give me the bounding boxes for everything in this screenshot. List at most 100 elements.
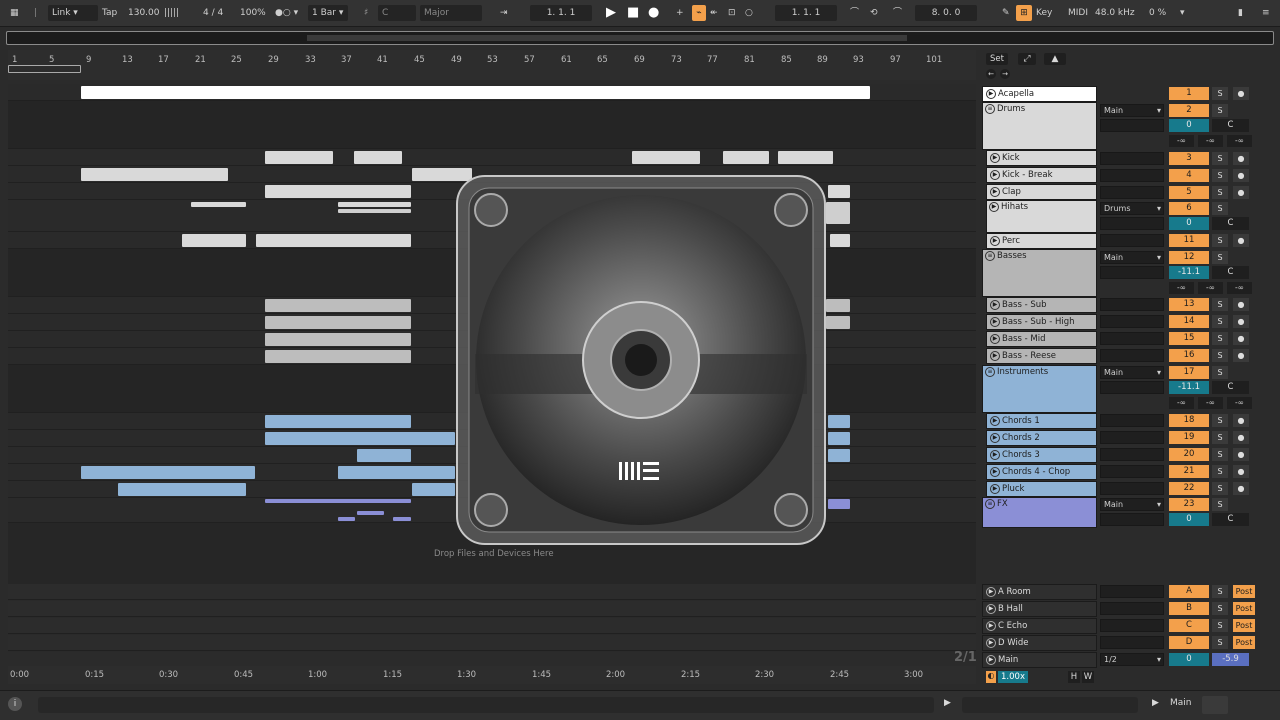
solo-button[interactable]: S (1212, 315, 1228, 328)
quantize-select[interactable]: 1 Bar ▾ (308, 5, 348, 21)
output-channel[interactable] (1100, 298, 1164, 311)
loop-switch-icon[interactable]: ⟲ (870, 5, 878, 21)
time-ruler[interactable]: 0:00 0:15 0:30 0:45 1:00 1:15 1:30 1:45 … (8, 666, 976, 684)
solo-button[interactable]: S (1212, 87, 1228, 100)
track-name[interactable]: ≡ Drums (982, 102, 1097, 118)
play-icon[interactable]: ▶ (990, 484, 1000, 494)
arm-button[interactable]: ● (1233, 87, 1249, 100)
output-select[interactable]: 1/2 ▾ (1100, 653, 1164, 666)
output-channel[interactable] (1100, 619, 1164, 632)
output-select[interactable]: Main ▾ (1100, 498, 1164, 511)
midi-clip[interactable] (828, 499, 850, 509)
midi-clip[interactable] (357, 511, 384, 515)
play-icon[interactable]: ▶ (989, 202, 999, 212)
track-name[interactable]: ≡ FX (982, 497, 1097, 513)
pan-field[interactable]: C (1212, 381, 1249, 394)
audio-clip[interactable] (81, 86, 870, 99)
midi-map-button[interactable]: MIDI (1068, 5, 1088, 21)
play-icon[interactable]: ▶ (990, 416, 1000, 426)
output-channel[interactable] (1100, 315, 1164, 328)
play-icon[interactable]: ▶ (1152, 698, 1159, 708)
output-channel[interactable] (1100, 465, 1164, 478)
midi-clip[interactable] (338, 466, 455, 479)
play-icon[interactable]: ▶ (990, 153, 1000, 163)
track-name[interactable]: ▶ Chords 1 (986, 413, 1097, 429)
output-select[interactable]: Drums ▾ (1100, 202, 1164, 215)
arm-button[interactable]: ● (1233, 152, 1249, 165)
loop-length-field[interactable]: 8. 0. 0 (915, 5, 977, 21)
play-icon[interactable]: ▶ (990, 170, 1000, 180)
play-icon[interactable]: ▶ (986, 89, 996, 99)
solo-button[interactable]: S (1212, 104, 1228, 117)
automation-arm-icon[interactable]: ⌁ (692, 5, 706, 21)
loop-icon[interactable]: ○ (745, 5, 753, 21)
record-button[interactable]: ● (648, 5, 659, 21)
return-letter[interactable]: B (1169, 602, 1209, 615)
midi-clip[interactable] (357, 449, 411, 462)
midi-clip[interactable] (828, 415, 850, 428)
post-button[interactable]: Post (1233, 636, 1255, 649)
midi-clip[interactable] (265, 432, 455, 445)
midi-clip[interactable] (338, 209, 411, 213)
midi-clip[interactable] (393, 517, 411, 521)
output-channel[interactable] (1100, 381, 1164, 394)
track-name[interactable]: ▶ Bass - Sub - High (986, 314, 1097, 330)
arm-button[interactable]: ● (1233, 186, 1249, 199)
forward-arrow-icon[interactable]: → (1000, 69, 1010, 79)
volume-field[interactable]: 0 (1169, 119, 1209, 132)
output-channel[interactable] (1100, 482, 1164, 495)
volume-field[interactable]: 0 (1169, 217, 1209, 230)
scale-icon[interactable]: ♯ (364, 5, 368, 21)
h-button[interactable]: H (1068, 671, 1080, 683)
output-channel[interactable] (1100, 332, 1164, 345)
track-number[interactable]: 5 (1169, 186, 1209, 199)
track-number[interactable]: 1 (1169, 87, 1209, 100)
midi-clip[interactable] (338, 517, 355, 521)
solo-button[interactable]: S (1212, 431, 1228, 444)
metronome-icon[interactable]: ||||| (164, 5, 179, 21)
track-name[interactable]: ▶ Bass - Reese (986, 348, 1097, 364)
track-number[interactable]: 11 (1169, 234, 1209, 247)
solo-button[interactable]: S (1212, 619, 1228, 632)
app-icon[interactable]: ▦ (10, 5, 19, 21)
solo-button[interactable]: S (1212, 169, 1228, 182)
output-channel[interactable] (1100, 234, 1164, 247)
arm-button[interactable]: ● (1233, 298, 1249, 311)
track-name[interactable]: ≡ Instruments (982, 365, 1097, 381)
loop-start-field[interactable]: 1. 1. 1 (775, 5, 837, 21)
arm-button[interactable]: ● (1233, 234, 1249, 247)
capture-icon[interactable]: ⊡ (728, 5, 736, 21)
track-name[interactable]: ▶ Hihats (986, 200, 1097, 216)
link-button[interactable]: Link ▾ (48, 5, 98, 21)
output-select[interactable]: Main ▾ (1100, 251, 1164, 264)
midi-clip[interactable] (265, 151, 333, 164)
volume-field[interactable]: 0 (1169, 513, 1209, 526)
device-thumbnail[interactable] (1202, 696, 1228, 714)
drop-hint[interactable]: Drop Files and Devices Here (434, 549, 554, 559)
solo-button[interactable]: S (1212, 234, 1228, 247)
midi-clip[interactable] (81, 168, 228, 181)
play-icon[interactable]: ▶ (990, 351, 1000, 361)
midi-clip[interactable] (265, 299, 411, 312)
main-track-name[interactable]: ▶ Main (982, 652, 1097, 668)
track-number[interactable]: 4 (1169, 169, 1209, 182)
track-number[interactable]: 18 (1169, 414, 1209, 427)
track-name[interactable]: ▶ Chords 2 (986, 430, 1097, 446)
midi-clip[interactable] (826, 299, 850, 312)
arm-button[interactable]: ● (1233, 332, 1249, 345)
track-name[interactable]: ▶ Clap (986, 184, 1097, 200)
play-icon[interactable]: ▶ (986, 638, 996, 648)
solo-button[interactable]: S (1212, 482, 1228, 495)
tap-button[interactable]: Tap (102, 5, 117, 21)
zoom-value[interactable]: 100% (240, 5, 266, 21)
lock-icon[interactable]: ▲ (1044, 53, 1066, 65)
solo-button[interactable]: S (1212, 366, 1228, 379)
output-select[interactable]: Main ▾ (1100, 104, 1164, 117)
group-icon[interactable]: ≡ (985, 367, 995, 377)
track-number[interactable]: 3 (1169, 152, 1209, 165)
arm-button[interactable]: ● (1233, 349, 1249, 362)
track-number[interactable]: 20 (1169, 448, 1209, 461)
return-track-name[interactable]: ▶ D Wide (982, 635, 1097, 651)
track-name[interactable]: ▶ Perc (986, 233, 1097, 249)
solo-button[interactable]: S (1212, 186, 1228, 199)
